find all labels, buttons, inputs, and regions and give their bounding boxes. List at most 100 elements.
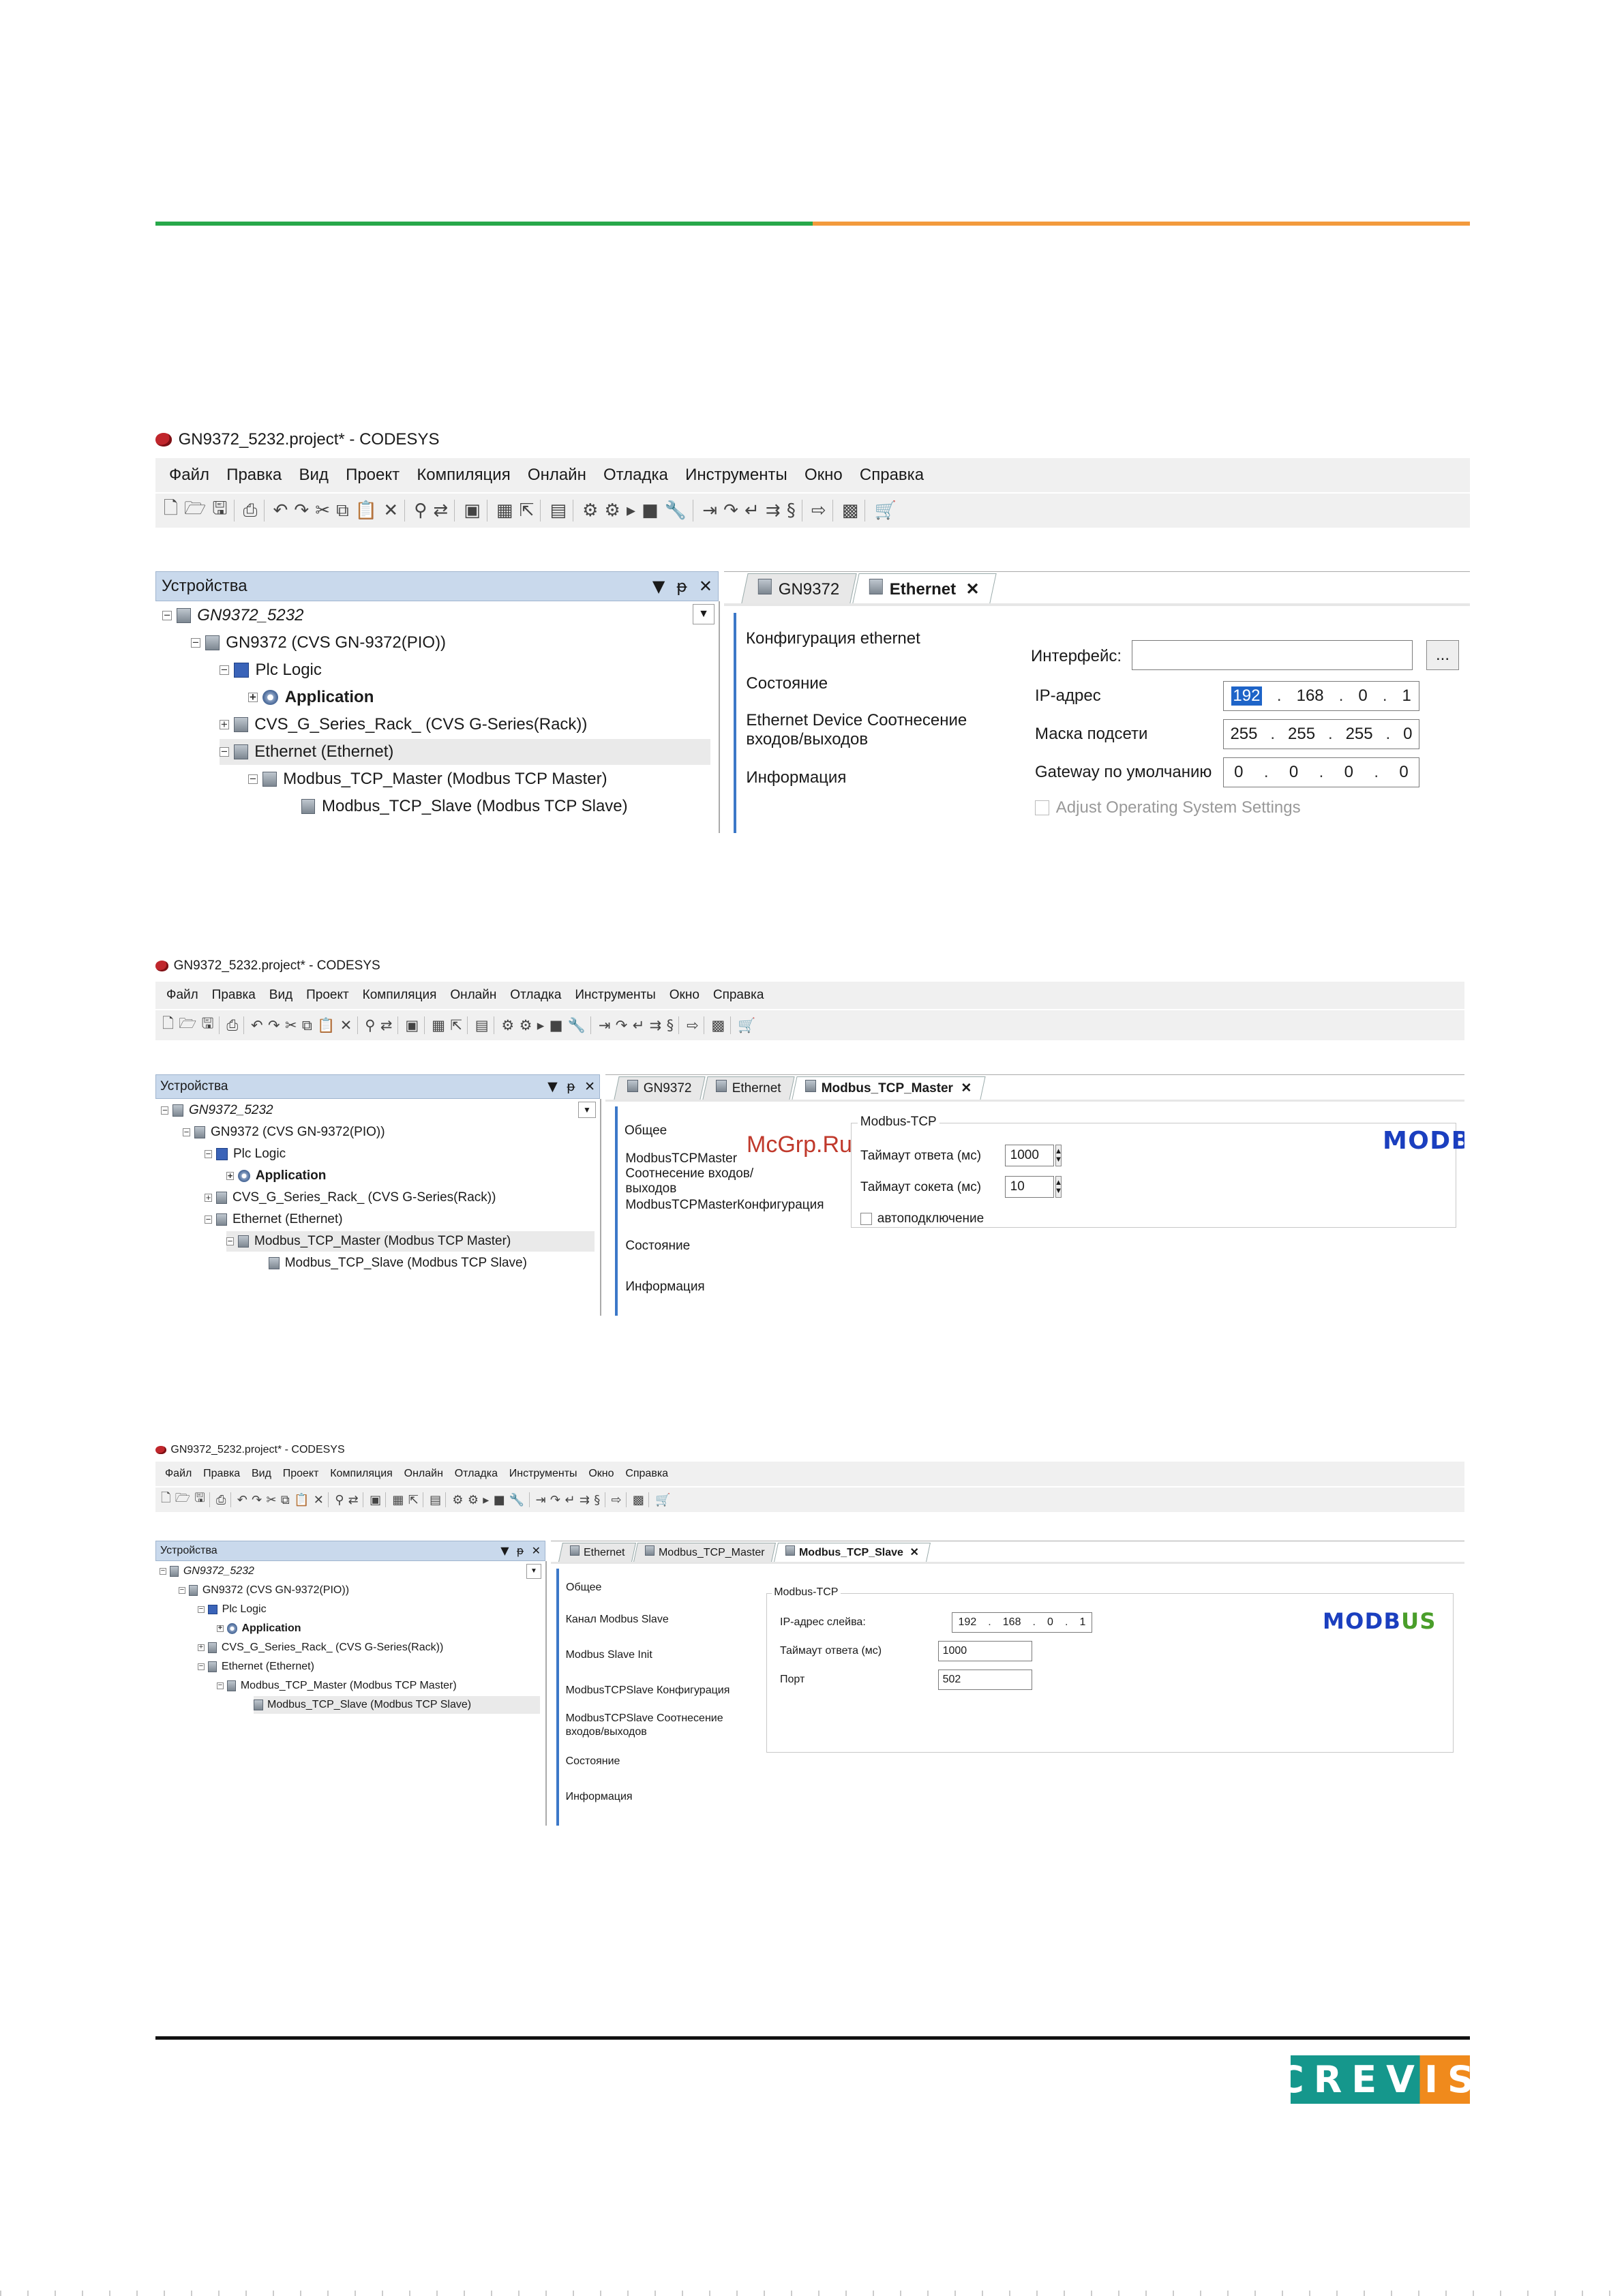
find-icon[interactable]: ⚲ [414,500,427,521]
open-icon[interactable]: 🗁 [184,496,206,526]
tree-node-project[interactable]: − GN9372_5232 [161,1100,273,1121]
stop-icon[interactable]: ■ [494,1493,505,1507]
tree-node-master[interactable]: − Modbus_TCP_Master (Modbus TCP Master) [248,766,607,792]
save-icon[interactable]: 🖫 [194,1490,205,1510]
tree-node-plc-logic[interactable]: − Plc Logic [205,1144,286,1164]
step-icon[interactable]: ⇥ [599,1017,611,1033]
tree-node-plc-logic[interactable]: − Plc Logic [198,1601,267,1618]
wrench-icon[interactable]: 🔧 [568,1017,586,1034]
new-icon[interactable]: 🗋 [162,1014,174,1038]
adjust-os-checkbox[interactable]: Adjust Operating System Settings [1035,798,1301,817]
open-icon[interactable]: 🗁 [175,1490,190,1510]
undo-icon[interactable]: ↶ [273,500,288,521]
grid-icon[interactable]: ▦ [496,500,513,521]
tree-node-plc[interactable]: − GN9372 (CVS GN-9372(PIO)) [179,1582,349,1599]
side-item-info[interactable]: Информация [566,1791,633,1803]
tree-node-slave[interactable]: Modbus_TCP_Slave (Modbus TCP Slave) [269,1253,527,1273]
menu-tools[interactable]: Инструменты [509,1468,577,1480]
arrow-icon[interactable]: ⇨ [612,1493,622,1507]
tree-node-application[interactable]: + Application [226,1166,326,1186]
side-item-slave-init[interactable]: Modbus Slave Init [566,1649,652,1661]
grid-icon[interactable]: ▦ [392,1493,404,1507]
side-item-info[interactable]: Информация [746,768,846,787]
clipboard-icon[interactable]: ▣ [405,1017,419,1033]
step-icon[interactable]: ⇥ [702,500,717,521]
replace-icon[interactable]: ⇄ [433,500,448,521]
pin-icon[interactable]: ᵽ [567,1079,575,1094]
monitor-icon[interactable]: ▩ [842,500,859,521]
pin-icon[interactable]: ᵽ [517,1544,524,1557]
save-icon[interactable]: 🖫 [202,1014,214,1038]
tree-node-rack[interactable]: + CVS_G_Series_Rack_ (CVS G-Series(Rack)) [220,712,587,738]
step-in-icon[interactable]: ⇉ [580,1493,590,1507]
tree-node-plc[interactable]: − GN9372 (CVS GN-9372(PIO)) [191,630,446,656]
redo-icon[interactable]: ↷ [294,500,309,521]
menu-window[interactable]: Окно [805,466,843,485]
wrench-icon[interactable]: 🔧 [509,1493,524,1507]
menu-edit[interactable]: Правка [212,988,256,1003]
close-icon[interactable]: ✕ [532,1544,541,1557]
calendar-icon[interactable]: ▤ [550,500,567,521]
paste-icon[interactable]: 📋 [355,500,377,521]
print-icon[interactable]: ⎙ [226,1017,238,1034]
step-out-icon[interactable]: ↵ [565,1493,575,1507]
tree-node-ethernet[interactable]: − Ethernet (Ethernet) [205,1209,343,1230]
tree-node-rack[interactable]: + CVS_G_Series_Rack_ (CVS G-Series(Rack)) [198,1639,443,1657]
side-item-io-mapping[interactable]: Ethernet Device Соотнесение входов/выход… [746,711,991,749]
step-over-icon[interactable]: ↷ [550,1493,560,1507]
autoconnect-checkbox[interactable]: автоподключение [860,1211,984,1226]
menu-debug[interactable]: Отладка [510,988,561,1003]
side-item-ethernet-config[interactable]: Конфигурация ethernet [736,620,1012,661]
copy-icon[interactable]: ⧉ [336,500,349,522]
monitor-icon[interactable]: ▩ [633,1493,644,1507]
side-item-status[interactable]: Состояние [566,1755,620,1768]
open-icon[interactable]: 🗁 [179,1014,196,1038]
grid-icon[interactable]: ▦ [432,1017,445,1033]
run-icon[interactable]: ▸ [483,1493,489,1507]
arrow-icon[interactable]: ⇨ [811,500,826,521]
menu-online[interactable]: Онлайн [450,988,496,1003]
calendar-icon[interactable]: ▤ [475,1017,489,1033]
paste-icon[interactable]: 📋 [317,1017,335,1034]
build-icon[interactable]: ⚙ [452,1493,463,1507]
menu-online[interactable]: Онлайн [528,466,586,485]
replace-icon[interactable]: ⇄ [348,1493,359,1507]
menu-build[interactable]: Компиляция [417,466,510,485]
menu-debug[interactable]: Отладка [455,1468,498,1480]
subnet-mask-field[interactable]: 255. 255. 255. 0 [1223,719,1419,749]
breakpoint-icon[interactable]: § [787,500,796,521]
side-item-status[interactable]: Состояние [746,674,828,693]
interface-browse-button[interactable]: ... [1426,640,1459,670]
save-icon[interactable]: 🖫 [212,496,227,526]
side-item-master-config[interactable]: ModbusTCPMasterКонфигурация [625,1198,824,1213]
copy-icon[interactable]: ⧉ [281,1493,290,1507]
step-in-icon[interactable]: ⇉ [766,500,781,521]
menu-window[interactable]: Окно [588,1468,614,1480]
tree-node-ethernet[interactable]: − Ethernet (Ethernet) [220,739,710,765]
cart-icon[interactable]: 🛒 [655,1493,670,1507]
tree-node-plc[interactable]: − GN9372 (CVS GN-9372(PIO)) [183,1122,385,1143]
new-icon[interactable]: 🗋 [164,496,178,526]
build-icon[interactable]: ⚙ [501,1017,514,1033]
tab-modbus-master[interactable]: Modbus_TCP_Master ✕ [791,1076,985,1100]
menu-help[interactable]: Справка [625,1468,668,1480]
menu-tools[interactable]: Инструменты [685,466,787,485]
step-over-icon[interactable]: ↷ [616,1017,628,1033]
tree-node-application[interactable]: + Application [248,684,374,710]
export-icon[interactable]: ⇱ [520,500,535,521]
step-out-icon[interactable]: ↵ [745,500,760,521]
step-out-icon[interactable]: ↵ [633,1017,645,1033]
rebuild-icon[interactable]: ⚙ [520,1017,532,1033]
tree-node-application[interactable]: + Application [217,1620,301,1637]
close-icon[interactable]: ✕ [699,577,712,596]
tab-modbus-slave[interactable]: Modbus_TCP_Slave ✕ [774,1543,931,1562]
menu-view[interactable]: Вид [252,1468,271,1480]
side-item-slave-channel[interactable]: Канал Modbus Slave [566,1614,669,1626]
menu-build[interactable]: Компиляция [363,988,437,1003]
export-icon[interactable]: ⇱ [450,1017,462,1033]
tab-ethernet[interactable]: Ethernet ✕ [852,573,997,603]
tab-gn9372[interactable]: GN9372 [741,573,857,603]
pane-menu-icon[interactable]: ▼ [652,577,665,596]
replace-icon[interactable]: ⇄ [380,1017,393,1033]
tree-node-rack[interactable]: + CVS_G_Series_Rack_ (CVS G-Series(Rack)) [205,1188,496,1208]
